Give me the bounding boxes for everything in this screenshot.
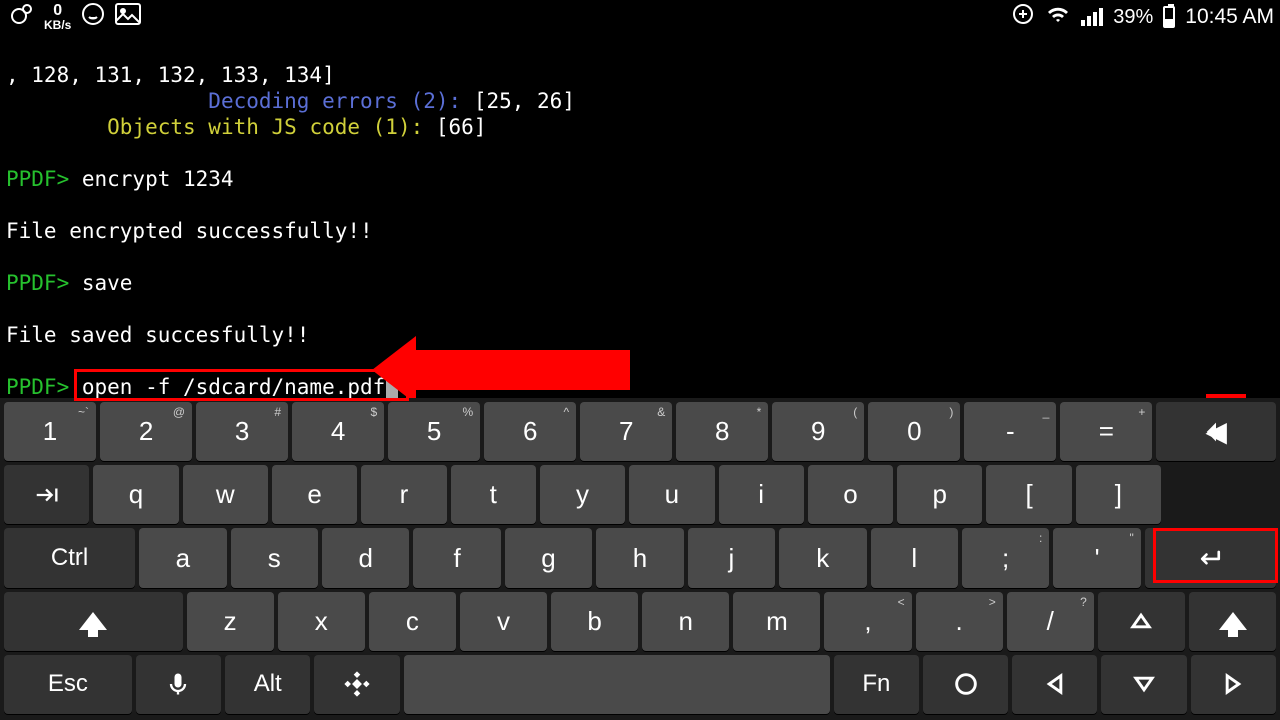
cmd-save: save bbox=[69, 271, 132, 295]
key-5[interactable]: %5 bbox=[388, 402, 480, 461]
arrow-down-key[interactable] bbox=[1101, 655, 1186, 714]
enter-key[interactable] bbox=[1145, 528, 1276, 587]
battery-icon bbox=[1163, 6, 1175, 28]
voice-input-key[interactable] bbox=[136, 655, 221, 714]
cell-signal-icon bbox=[1081, 8, 1103, 26]
key-h[interactable]: h bbox=[596, 528, 683, 587]
data-saver-icon bbox=[1011, 2, 1035, 32]
key-3[interactable]: #3 bbox=[196, 402, 288, 461]
key-o[interactable]: o bbox=[808, 465, 893, 524]
key-y[interactable]: y bbox=[540, 465, 625, 524]
keyboard-circle-key[interactable] bbox=[923, 655, 1008, 714]
key-e[interactable]: e bbox=[272, 465, 357, 524]
space-key[interactable] bbox=[404, 655, 830, 714]
key-s[interactable]: s bbox=[231, 528, 318, 587]
cmd-open[interactable]: open -f /sdcard/name.pdf bbox=[69, 375, 385, 399]
arrow-right-key[interactable] bbox=[1191, 655, 1276, 714]
battery-percentage: 39% bbox=[1113, 6, 1153, 29]
shift-key-left[interactable] bbox=[4, 592, 183, 651]
keyboard-row-2: q w e r t y u i o p [ ] bbox=[4, 465, 1276, 524]
fn-key[interactable]: Fn bbox=[834, 655, 919, 714]
gallery-icon bbox=[115, 3, 141, 31]
key-a[interactable]: a bbox=[139, 528, 226, 587]
key-period[interactable]: >. bbox=[916, 592, 1003, 651]
keyboard-row-1: ~`1 @2 #3 $4 %5 ^6 &7 *8 (9 )0 _- += ◀ bbox=[4, 402, 1276, 461]
tab-key[interactable] bbox=[4, 465, 89, 524]
whatsapp-icon bbox=[81, 2, 105, 32]
key-g[interactable]: g bbox=[505, 528, 592, 587]
prompt: PPDF> bbox=[6, 167, 69, 191]
keyboard-spacer bbox=[1165, 465, 1276, 524]
key-1[interactable]: ~`1 bbox=[4, 402, 96, 461]
js-objects-label: Objects with JS code (1): bbox=[107, 115, 423, 139]
key-bracket-open[interactable]: [ bbox=[986, 465, 1071, 524]
key-comma[interactable]: <, bbox=[824, 592, 911, 651]
key-v[interactable]: v bbox=[460, 592, 547, 651]
prompt: PPDF> bbox=[6, 375, 69, 399]
terminal-output[interactable]: , 128, 131, 132, 133, 134] Decoding erro… bbox=[0, 34, 1280, 398]
arrow-left-key[interactable] bbox=[1012, 655, 1097, 714]
key-k[interactable]: k bbox=[779, 528, 866, 587]
js-objects-value: [66] bbox=[423, 115, 486, 139]
keyboard-row-3: Ctrl a s d f g h j k l :; "' bbox=[4, 528, 1276, 587]
object-ids-line: , 128, 131, 132, 133, 134] bbox=[6, 63, 335, 87]
key-quote[interactable]: "' bbox=[1053, 528, 1140, 587]
arrow-up-key[interactable] bbox=[1098, 592, 1185, 651]
key-r[interactable]: r bbox=[361, 465, 446, 524]
network-speed-indicator: 0 KB/s bbox=[44, 3, 71, 31]
shift-key-right[interactable] bbox=[1189, 592, 1276, 651]
keyboard-row-4: z x c v b n m <, >. ?/ bbox=[4, 592, 1276, 651]
key-z[interactable]: z bbox=[187, 592, 274, 651]
keyboard-row-5: Esc Alt Fn bbox=[4, 655, 1276, 714]
msg-saved: File saved succesfully!! bbox=[6, 323, 309, 347]
shift-icon bbox=[1219, 612, 1247, 630]
wifi-icon bbox=[1045, 4, 1071, 30]
key-u[interactable]: u bbox=[629, 465, 714, 524]
key-x[interactable]: x bbox=[278, 592, 365, 651]
key-c[interactable]: c bbox=[369, 592, 456, 651]
key-i[interactable]: i bbox=[719, 465, 804, 524]
key-7[interactable]: &7 bbox=[580, 402, 672, 461]
shift-icon bbox=[79, 612, 107, 630]
on-screen-keyboard: ~`1 @2 #3 $4 %5 ^6 &7 *8 (9 )0 _- += ◀ q… bbox=[0, 398, 1280, 720]
esc-key[interactable]: Esc bbox=[4, 655, 132, 714]
key-q[interactable]: q bbox=[93, 465, 178, 524]
key-equals[interactable]: += bbox=[1060, 402, 1152, 461]
uc-browser-icon bbox=[10, 2, 34, 32]
annotation-arrow-left bbox=[414, 350, 630, 390]
key-w[interactable]: w bbox=[183, 465, 268, 524]
key-m[interactable]: m bbox=[733, 592, 820, 651]
decoding-errors-label: Decoding errors (2): bbox=[208, 89, 461, 113]
key-slash[interactable]: ?/ bbox=[1007, 592, 1094, 651]
key-2[interactable]: @2 bbox=[100, 402, 192, 461]
key-bracket-close[interactable]: ] bbox=[1076, 465, 1161, 524]
alt-key[interactable]: Alt bbox=[225, 655, 310, 714]
android-status-bar: 0 KB/s 39% 10:45 AM bbox=[0, 0, 1280, 34]
battery-fill bbox=[1165, 19, 1173, 26]
key-l[interactable]: l bbox=[871, 528, 958, 587]
key-d[interactable]: d bbox=[322, 528, 409, 587]
key-4[interactable]: $4 bbox=[292, 402, 384, 461]
cmd-encrypt: encrypt 1234 bbox=[69, 167, 233, 191]
key-9[interactable]: (9 bbox=[772, 402, 864, 461]
key-8[interactable]: *8 bbox=[676, 402, 768, 461]
key-semicolon[interactable]: :; bbox=[962, 528, 1049, 587]
key-b[interactable]: b bbox=[551, 592, 638, 651]
backspace-key[interactable]: ◀ bbox=[1156, 402, 1276, 461]
key-j[interactable]: j bbox=[688, 528, 775, 587]
key-n[interactable]: n bbox=[642, 592, 729, 651]
key-p[interactable]: p bbox=[897, 465, 982, 524]
key-0[interactable]: )0 bbox=[868, 402, 960, 461]
ctrl-key[interactable]: Ctrl bbox=[4, 528, 135, 587]
prompt: PPDF> bbox=[6, 271, 69, 295]
decoding-errors-value: [25, 26] bbox=[461, 89, 575, 113]
msg-encrypted: File encrypted successfully!! bbox=[6, 219, 373, 243]
key-6[interactable]: ^6 bbox=[484, 402, 576, 461]
key-minus[interactable]: _- bbox=[964, 402, 1056, 461]
key-t[interactable]: t bbox=[451, 465, 536, 524]
key-f[interactable]: f bbox=[413, 528, 500, 587]
swipe-settings-key[interactable] bbox=[314, 655, 399, 714]
clock: 10:45 AM bbox=[1185, 5, 1274, 29]
